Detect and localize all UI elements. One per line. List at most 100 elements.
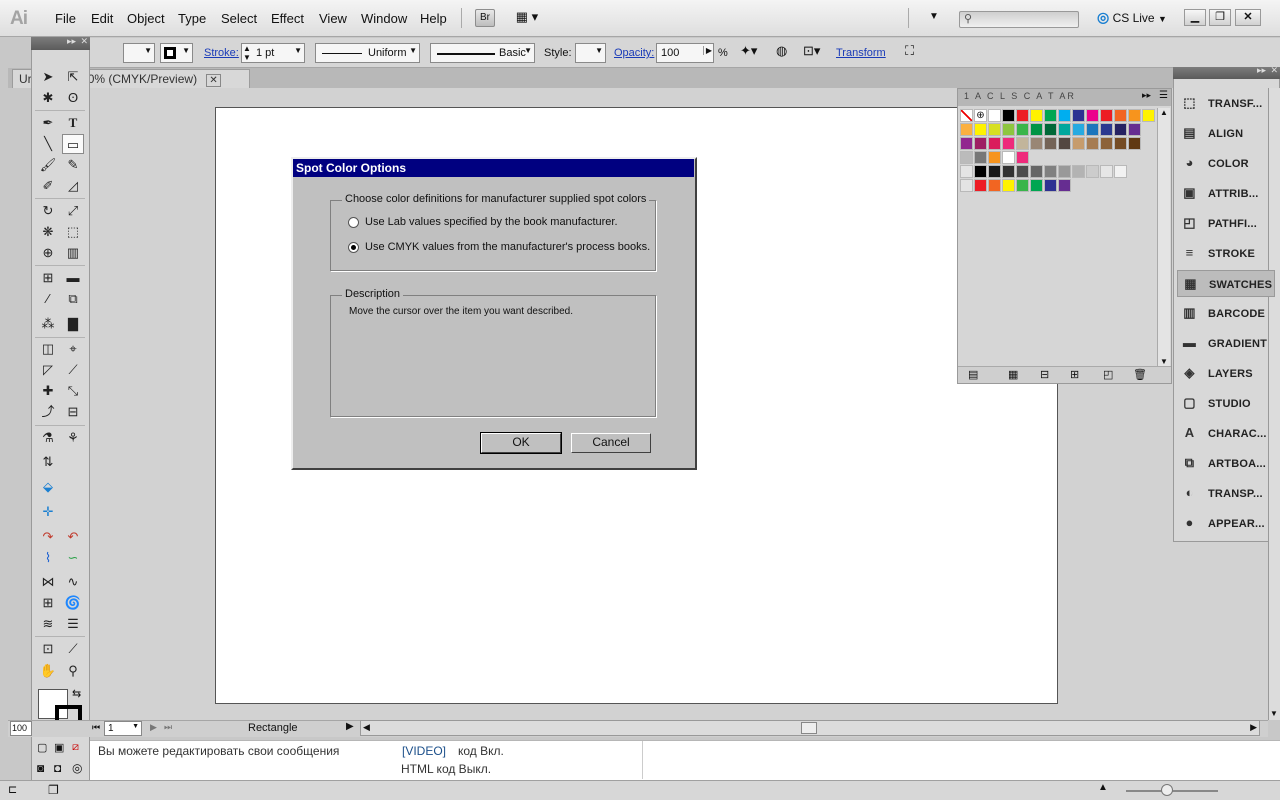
dock-item-align[interactable]: ▤ ALIGN [1177,120,1275,147]
group-color-swatch[interactable] [974,179,987,192]
zoom-tool-icon[interactable]: ⚲ [62,661,84,681]
dock-item-stroke[interactable]: ≡ STROKE [1177,240,1275,267]
swatch-libraries-icon[interactable]: ▤ [968,368,978,381]
opacity-field[interactable]: 100 ▶ [656,43,714,63]
color-swatch[interactable] [1058,137,1071,150]
wave-tool-icon[interactable]: ∿ [62,572,84,592]
cancel-button[interactable]: Cancel [571,433,651,453]
variable-width-profile-dropdown[interactable]: Uniform ▼ [315,43,420,63]
dock-item-transparency[interactable]: ◐ TRANSP... [1177,480,1275,507]
paintbrush-tool-icon[interactable]: 🖌 [37,155,59,175]
menu-help[interactable]: Help [420,11,447,26]
collapse-icon[interactable]: ▸▸ [1257,65,1266,76]
color-mode-icon[interactable]: ▢ [37,741,47,754]
swatches-panel-tabs[interactable]: 1 A C L S C A T AR ▸▸ ☰ [958,89,1171,106]
scroll-left-icon[interactable]: ◀ [363,722,370,733]
swatch-options-icon[interactable]: ⊟ [1040,368,1049,381]
curve-tool-2-icon[interactable]: ↶ [62,527,84,547]
gray-swatch[interactable] [974,165,987,178]
delete-swatch-icon[interactable]: 🗑 [1133,368,1147,381]
gray-swatch[interactable] [1072,165,1085,178]
menu-effect[interactable]: Effect [271,11,304,26]
lab-values-label[interactable]: Use Lab values specified by the book man… [365,216,618,228]
dock-item-character[interactable]: A CHARAC... [1177,420,1275,447]
isolation-mode-icon[interactable]: ◍ [776,43,787,59]
color-swatch[interactable] [1058,109,1071,122]
gray-swatch[interactable] [1002,165,1015,178]
close-button[interactable]: ✕ [1235,9,1261,26]
rotate-tool-icon[interactable]: ↻ [37,201,59,221]
panel-toggle-icon[interactable]: ⊏ [8,783,17,796]
color-group-folder[interactable] [960,179,973,192]
color-swatch[interactable] [1030,123,1043,136]
pattern-swatch[interactable] [1016,151,1029,164]
dock-item-barcode[interactable]: ▥ BARCODE [1177,300,1275,327]
color-swatch[interactable] [1030,137,1043,150]
menu-type[interactable]: Type [178,11,206,26]
color-swatch[interactable] [1044,109,1057,122]
panel-expand-icon[interactable]: ▸▸ [1142,90,1151,101]
custom-tool-3-icon[interactable]: ✚ [37,381,59,401]
color-swatch[interactable] [1016,137,1029,150]
first-artboard-icon[interactable]: ⏮ [92,722,100,733]
menu-window[interactable]: Window [361,11,407,26]
brush-definition-dropdown[interactable]: Basic ▼ [430,43,535,63]
scroll-right-icon[interactable]: ▶ [1250,722,1257,733]
3d-tool-icon[interactable]: ⬙ [37,477,59,497]
gray-swatch[interactable] [1016,165,1029,178]
close-icon[interactable]: ✕ [1270,65,1278,76]
color-swatch[interactable] [1086,123,1099,136]
graph-tool-icon[interactable]: ▇ [62,314,84,334]
panel-menu-icon[interactable]: ☰ [1159,90,1168,101]
custom-tool-4-icon[interactable]: ⤡ [62,381,84,401]
minimize-button[interactable]: ▁ [1184,9,1206,26]
gray-swatch[interactable] [1100,165,1113,178]
dialog-title-bar[interactable]: Spot Color Options [293,159,694,177]
twirl-tool-icon[interactable]: 🌀 [62,593,84,613]
menu-edit[interactable]: Edit [91,11,113,26]
dock-item-appearance[interactable]: ● APPEAR... [1177,510,1275,537]
last-artboard-icon[interactable]: ⏭ [164,722,172,733]
dock-item-layers[interactable]: ◈ LAYERS [1177,360,1275,387]
gray-swatch[interactable] [1058,165,1071,178]
color-swatch[interactable] [1072,109,1085,122]
custom-tool-8-icon[interactable]: ⚘ [62,428,84,448]
none-swatch[interactable] [960,109,973,122]
color-swatch[interactable] [988,137,1001,150]
close-icon[interactable]: ✕ [80,36,88,47]
arrange-documents-button[interactable]: ▦ ▾ [511,9,543,27]
shape-builder-tool-icon[interactable]: ⊕ [37,243,59,263]
scroll-up-icon[interactable]: ▲ [1160,108,1168,117]
new-swatch-icon[interactable]: ◰ [1103,368,1113,381]
swatches-scrollbar[interactable]: ▲ ▼ [1157,108,1170,366]
graphic-style-dropdown[interactable]: ▼ [575,43,606,63]
pattern-swatch[interactable] [988,151,1001,164]
color-swatch[interactable] [960,123,973,136]
artboard-number-field[interactable]: 1 ▼ [104,721,142,736]
slice-tool-icon[interactable]: ⌖ [62,339,84,359]
mesh-tool-icon[interactable]: ⊞ [37,268,59,288]
pattern-swatch[interactable] [974,151,987,164]
color-swatch[interactable] [1072,123,1085,136]
transform-panel-link[interactable]: Transform [836,47,886,59]
list-tool-icon[interactable]: ☰ [62,614,84,634]
zoom-field[interactable]: 100 [10,721,32,736]
gray-swatch[interactable] [1044,165,1057,178]
eraser-tool-icon[interactable]: ◿ [62,176,84,196]
color-swatch[interactable] [988,123,1001,136]
window-switch-icon[interactable]: ❐ [48,783,59,797]
group-color-swatch[interactable] [988,179,1001,192]
color-swatch[interactable] [1114,137,1127,150]
eyedropper-tool-icon[interactable]: ⁄ [37,289,59,309]
color-swatch[interactable] [1002,137,1015,150]
recolor-artwork-icon[interactable]: ✦▾ [740,43,757,59]
group-color-swatch[interactable] [1002,179,1015,192]
custom-tool-9-icon[interactable]: ⇅ [37,452,59,472]
zigzag-tool-icon[interactable]: ≋ [37,614,59,634]
blend-tool-icon[interactable]: ⧉ [62,289,84,309]
free-transform-tool-icon[interactable]: ⬚ [62,222,84,242]
pattern-swatch[interactable] [1002,151,1015,164]
dock-item-color[interactable]: ◕ COLOR [1177,150,1275,177]
close-tab-icon[interactable]: ✕ [206,74,221,87]
gradient-mode-icon[interactable]: ▣ [54,741,64,754]
